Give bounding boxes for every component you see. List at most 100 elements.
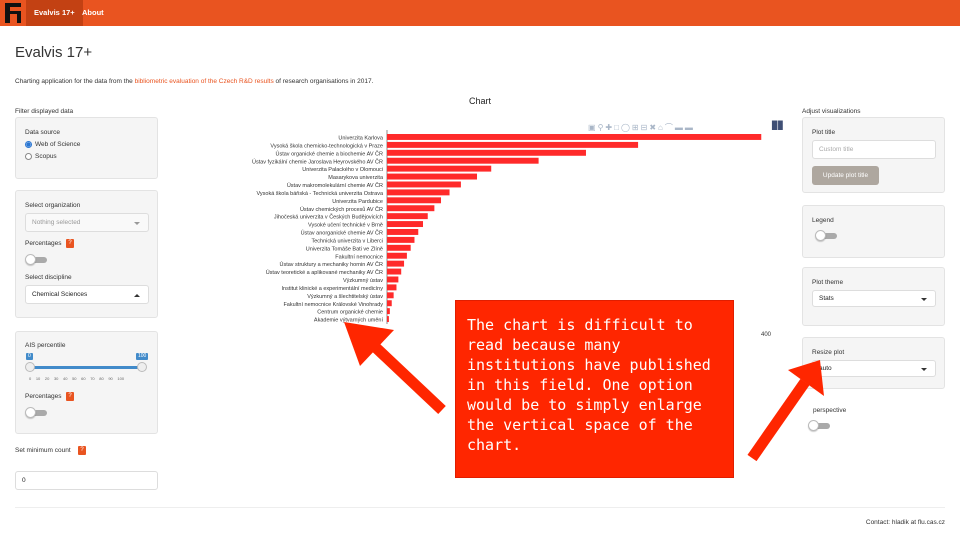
bar[interactable] xyxy=(387,300,392,307)
bar[interactable] xyxy=(387,189,450,196)
legend-toggle[interactable] xyxy=(815,230,839,241)
organization-label: Select organization xyxy=(25,202,81,209)
bar[interactable] xyxy=(387,213,428,220)
y-tick-label: Ústav struktury a mechaniky hornin AV ČR xyxy=(279,261,383,268)
adjust-heading: Adjust visualizations xyxy=(802,108,861,115)
ais-label: AIS percentile xyxy=(25,342,66,349)
footer-contact: Contact: hladik at flu.cas.cz xyxy=(865,519,945,526)
y-tick-label: Ústav anorganické chemie AV ČR xyxy=(301,230,383,237)
ais-max-value: 100 xyxy=(136,353,149,360)
toggle-knob xyxy=(25,407,36,418)
chart-title: Chart xyxy=(469,96,492,106)
plot-theme-value: Stats xyxy=(819,295,834,302)
help-icon[interactable]: ? xyxy=(78,446,86,455)
y-tick-label: Fakultní nemocnice Královské Vinohrady xyxy=(283,302,383,308)
help-icon[interactable]: ? xyxy=(66,239,74,248)
bar[interactable] xyxy=(387,284,397,291)
plot-theme-label: Plot theme xyxy=(812,279,844,286)
min-count-label: Set minimum count xyxy=(15,447,71,454)
organization-select[interactable]: Nothing selected xyxy=(25,213,149,232)
update-plot-title-button[interactable]: Update plot title xyxy=(812,166,879,185)
resize-value: auto xyxy=(819,365,832,372)
data-source-label: Data source xyxy=(25,129,61,136)
plot-theme-select[interactable]: Stats xyxy=(812,290,936,307)
bar[interactable] xyxy=(387,197,442,204)
bar[interactable] xyxy=(387,276,399,283)
bar[interactable] xyxy=(387,149,586,156)
annotation-text: The chart is difficult to read because m… xyxy=(467,316,711,454)
min-count-input[interactable]: 0 xyxy=(15,471,158,490)
y-tick-label: Jihočeská univerzita v Českých Budějovic… xyxy=(274,214,383,221)
x-tick-label: 400 xyxy=(761,332,772,338)
perspective-label: perspective xyxy=(813,407,847,414)
radio-scopus-label[interactable]: Scopus xyxy=(35,153,57,160)
toggle-knob xyxy=(25,254,36,265)
bar[interactable] xyxy=(387,134,762,140)
y-tick-label: Institut klinické a experimentální medic… xyxy=(282,286,384,292)
bar[interactable] xyxy=(387,252,407,259)
bar[interactable] xyxy=(387,316,389,323)
radio-scopus[interactable] xyxy=(25,153,32,160)
ais-min-value: 0 xyxy=(26,353,33,360)
bar[interactable] xyxy=(387,141,639,148)
ais-min-handle[interactable] xyxy=(25,362,35,372)
arrow-left-shaft xyxy=(368,339,446,415)
discipline-select[interactable]: Chemical Sciences xyxy=(25,285,149,304)
ais-max-handle[interactable] xyxy=(137,362,147,372)
percentages-toggle[interactable] xyxy=(25,254,49,265)
legend-panel: Legend xyxy=(802,205,945,258)
chevron-down-icon xyxy=(921,367,927,371)
y-tick-label: Ústav organické chemie a biochemie AV ČR xyxy=(275,150,383,157)
radio-web-of-science[interactable] xyxy=(25,141,32,148)
plot-theme-panel: Plot theme Stats xyxy=(802,267,945,326)
percentages2-label: Percentages xyxy=(25,393,62,400)
bar[interactable] xyxy=(387,157,539,164)
app-logo[interactable] xyxy=(0,0,26,26)
plot-title-input[interactable]: Custom title xyxy=(812,140,936,159)
y-tick-label: Univerzita Pardubice xyxy=(332,199,383,205)
data-source-panel: Data source Web of Science Scopus xyxy=(15,117,158,179)
y-tick-label: Ústav teoretické a aplikované mechaniky … xyxy=(266,269,383,276)
radio-web-of-science-label[interactable]: Web of Science xyxy=(35,141,80,148)
bar[interactable] xyxy=(387,165,492,172)
discipline-value: Chemical Sciences xyxy=(32,291,88,298)
bar[interactable] xyxy=(387,181,461,188)
bibliometric-evaluation-link[interactable]: bibliometric evaluation of the Czech R&D… xyxy=(135,78,274,85)
percentages2-toggle[interactable] xyxy=(25,407,49,418)
y-tick-label: Centrum organické chemie xyxy=(317,310,383,316)
chevron-down-icon xyxy=(134,221,140,225)
navbar: Evalvis 17+ About xyxy=(0,0,960,26)
bar[interactable] xyxy=(387,268,402,275)
ais-slider-track[interactable] xyxy=(30,366,142,369)
page-title: Evalvis 17+ xyxy=(15,44,93,61)
percentages-label: Percentages xyxy=(25,240,62,247)
intro-before: Charting application for the data from t… xyxy=(15,78,135,85)
intro-text: Charting application for the data from t… xyxy=(15,78,373,85)
legend-label: Legend xyxy=(812,217,834,224)
help-icon[interactable]: ? xyxy=(66,392,74,401)
bar[interactable] xyxy=(387,205,435,212)
y-tick-label: Výzkumný ústav xyxy=(343,278,383,284)
bar[interactable] xyxy=(387,236,415,243)
chevron-up-icon xyxy=(134,293,140,297)
bar[interactable] xyxy=(387,260,405,267)
bar[interactable] xyxy=(387,308,390,315)
y-tick-label: Ústav fyzikální chemie Jaroslava Heyrovs… xyxy=(252,158,383,165)
chevron-down-icon xyxy=(921,297,927,301)
resize-label: Resize plot xyxy=(812,349,845,356)
bar[interactable] xyxy=(387,292,394,299)
perspective-toggle[interactable] xyxy=(808,420,832,431)
toggle-knob xyxy=(808,420,819,431)
bar[interactable] xyxy=(387,173,478,180)
bar[interactable] xyxy=(387,221,424,228)
y-tick-label: Akademie výtvarných umění xyxy=(314,318,384,324)
resize-select[interactable]: auto xyxy=(812,360,936,377)
tab-about[interactable]: About xyxy=(74,0,112,26)
y-tick-label: Ústav makromolekulární chemie AV ČR xyxy=(287,182,383,189)
y-tick-label: Univerzita Palackého v Olomouci xyxy=(302,167,383,173)
bar[interactable] xyxy=(387,244,411,251)
logo-letter-f-icon xyxy=(5,3,21,23)
y-tick-label: Univerzita Tomáše Bati ve Zlíně xyxy=(306,246,383,252)
ais-panel: AIS percentile 0 100 0 10 20 30 40 50 60… xyxy=(15,331,158,434)
bar[interactable] xyxy=(387,229,419,235)
